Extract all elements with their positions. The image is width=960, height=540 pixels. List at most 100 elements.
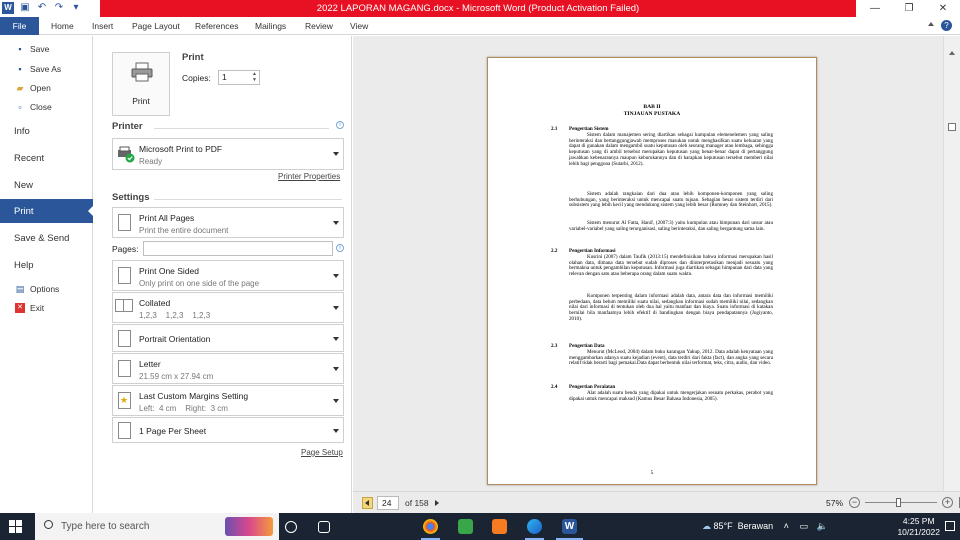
windows-start-icon[interactable] [9, 520, 22, 533]
nav-save[interactable]: ▪ Save [0, 43, 93, 55]
restore-icon[interactable]: ❐ [892, 0, 926, 17]
collate-dropdown[interactable]: Collated 1,2,3 1,2,3 1,2,3 [112, 292, 344, 323]
copies-spinner[interactable]: ▲ ▼ [250, 71, 259, 84]
network-icon[interactable]: ▭ [799, 521, 808, 531]
nav-label: Help [14, 259, 34, 271]
clock-date: 10/21/2022 [897, 527, 940, 537]
info-icon[interactable]: i [336, 121, 344, 129]
copies-value: 1 [222, 72, 227, 82]
ribbon-tabs: File Home Insert Page Layout References … [0, 17, 960, 35]
save-icon: ▪ [18, 44, 22, 54]
nav-label: New [14, 179, 34, 191]
nav-recent[interactable]: Recent [0, 150, 93, 166]
print-range-dropdown[interactable]: Print All Pages Print the entire documen… [112, 207, 344, 238]
scroll-thumb[interactable] [948, 123, 956, 131]
tray-chevron-icon[interactable]: ˄ [784, 521, 789, 531]
tab-review[interactable]: Review [305, 17, 333, 35]
nav-open[interactable]: ▰ Open [0, 82, 93, 94]
nav-save-as[interactable]: ▪ Save As [0, 63, 93, 75]
pps-title: 1 Page Per Sheet [139, 426, 207, 436]
copies-input[interactable]: 1 ▲ ▼ [218, 70, 260, 85]
sides-title: Print One Sided [139, 266, 200, 276]
tab-home[interactable]: Home [51, 17, 74, 35]
edge-icon[interactable] [527, 519, 542, 534]
green-app-icon[interactable] [458, 519, 473, 534]
printer-name: Microsoft Print to PDF [139, 144, 223, 154]
task-view-icon[interactable] [285, 521, 297, 533]
nav-info[interactable]: Info [0, 123, 93, 139]
printer-heading: Printer [112, 121, 143, 132]
save-icon[interactable]: ▣ [19, 2, 31, 14]
collated-icon [123, 299, 133, 312]
printer-properties-link[interactable]: Printer Properties [278, 172, 340, 181]
page-navigator: 24 of 158 [362, 496, 439, 510]
paragraph: Komponen terpenting dalam informasi adal… [569, 293, 773, 322]
zoom-slider[interactable] [865, 498, 938, 507]
undo-icon[interactable]: ↶ [36, 2, 48, 14]
pages-per-sheet-dropdown[interactable]: 1 Page Per Sheet [112, 417, 344, 443]
paragraph: Menurut (McLeod, 2004) dalam buku karang… [569, 349, 773, 367]
word-icon[interactable]: W [562, 519, 577, 534]
nav-options[interactable]: ▤ Options [0, 283, 93, 295]
collate-title: Collated [139, 298, 171, 308]
zoom-slider-knob[interactable] [896, 498, 902, 507]
redo-icon[interactable]: ↷ [53, 2, 65, 14]
nav-exit[interactable]: ✕ Exit [0, 302, 93, 314]
nav-new[interactable]: New [0, 177, 93, 193]
tab-references[interactable]: References [195, 17, 238, 35]
tab-insert[interactable]: Insert [92, 17, 113, 35]
chrome-icon[interactable] [423, 519, 438, 534]
cloud-icon: ☁ [702, 521, 711, 531]
print-button-label: Print [132, 96, 150, 106]
chevron-down-icon [333, 337, 339, 341]
xampp-icon[interactable] [492, 519, 507, 534]
widgets-icon[interactable] [318, 521, 330, 533]
tab-mailings[interactable]: Mailings [255, 17, 286, 35]
print-range-sub: Print the entire document [139, 226, 229, 235]
tab-file[interactable]: File [0, 17, 39, 35]
collate-sub: 1,2,3 1,2,3 1,2,3 [139, 311, 211, 320]
weather-widget[interactable]: ☁ 85°F Berawan ˄ ▭ 🔈 [702, 521, 828, 532]
paragraph: Sistem menurut Al Fatta, Hanif, (2007:3)… [569, 220, 773, 232]
nav-save-send[interactable]: Save & Send [0, 230, 93, 246]
tab-view[interactable]: View [350, 17, 368, 35]
sides-dropdown[interactable]: Print One Sided Only print on one side o… [112, 260, 344, 291]
page-setup-link[interactable]: Page Setup [301, 448, 343, 457]
scroll-up-icon[interactable] [949, 51, 955, 55]
nav-help[interactable]: Help [0, 257, 93, 273]
paper-sub: 21.59 cm x 27.94 cm [139, 372, 214, 381]
nav-label: Open [30, 83, 51, 93]
nav-close[interactable]: ▫ Close [0, 101, 93, 113]
chevron-down-icon [333, 399, 339, 403]
customize-icon[interactable]: ▾ [70, 2, 82, 14]
previous-page-button[interactable] [362, 497, 373, 509]
next-page-button[interactable] [434, 500, 439, 506]
window-controls: — ❐ ✕ [858, 0, 960, 17]
paragraph: Sistem adalah rangkaian dari dua atau le… [569, 191, 773, 209]
tab-page-layout[interactable]: Page Layout [132, 17, 180, 35]
help-icon[interactable]: ? [941, 20, 952, 31]
speaker-icon[interactable]: 🔈 [816, 521, 827, 531]
collapse-ribbon-icon[interactable] [928, 22, 934, 26]
notification-icon[interactable] [945, 521, 955, 531]
margins-dropdown[interactable]: ★ Last Custom Margins Setting Left: 4 cm… [112, 385, 344, 416]
current-page-input[interactable]: 24 [377, 496, 399, 510]
zoom-in-icon[interactable]: + [942, 497, 954, 508]
minimize-icon[interactable]: — [858, 0, 892, 17]
nav-print[interactable]: Print [0, 199, 94, 223]
paper-size-dropdown[interactable]: Letter 21.59 cm x 27.94 cm [112, 353, 344, 384]
vertical-scrollbar[interactable] [943, 36, 960, 513]
clock[interactable]: 4:25 PM 10/21/2022 [897, 516, 940, 538]
info-icon[interactable]: i [336, 244, 344, 252]
chevron-down-icon [333, 429, 339, 433]
zoom-out-icon[interactable]: − [849, 497, 861, 508]
pages-input[interactable] [143, 241, 333, 256]
print-button[interactable]: Print [112, 52, 170, 116]
printer-dropdown[interactable]: Microsoft Print to PDF Ready [112, 138, 344, 170]
backstage-nav: ▪ Save ▪ Save As ▰ Open ▫ Close Info Rec… [0, 36, 94, 513]
taskbar-search[interactable]: Type here to search [35, 513, 279, 540]
close-icon[interactable]: ✕ [926, 0, 960, 17]
divider [154, 128, 329, 129]
title-bar: W ▣ ↶ ↷ ▾ 2022 LAPORAN MAGANG.docx - Mic… [0, 0, 960, 17]
orientation-dropdown[interactable]: Portrait Orientation [112, 324, 344, 352]
